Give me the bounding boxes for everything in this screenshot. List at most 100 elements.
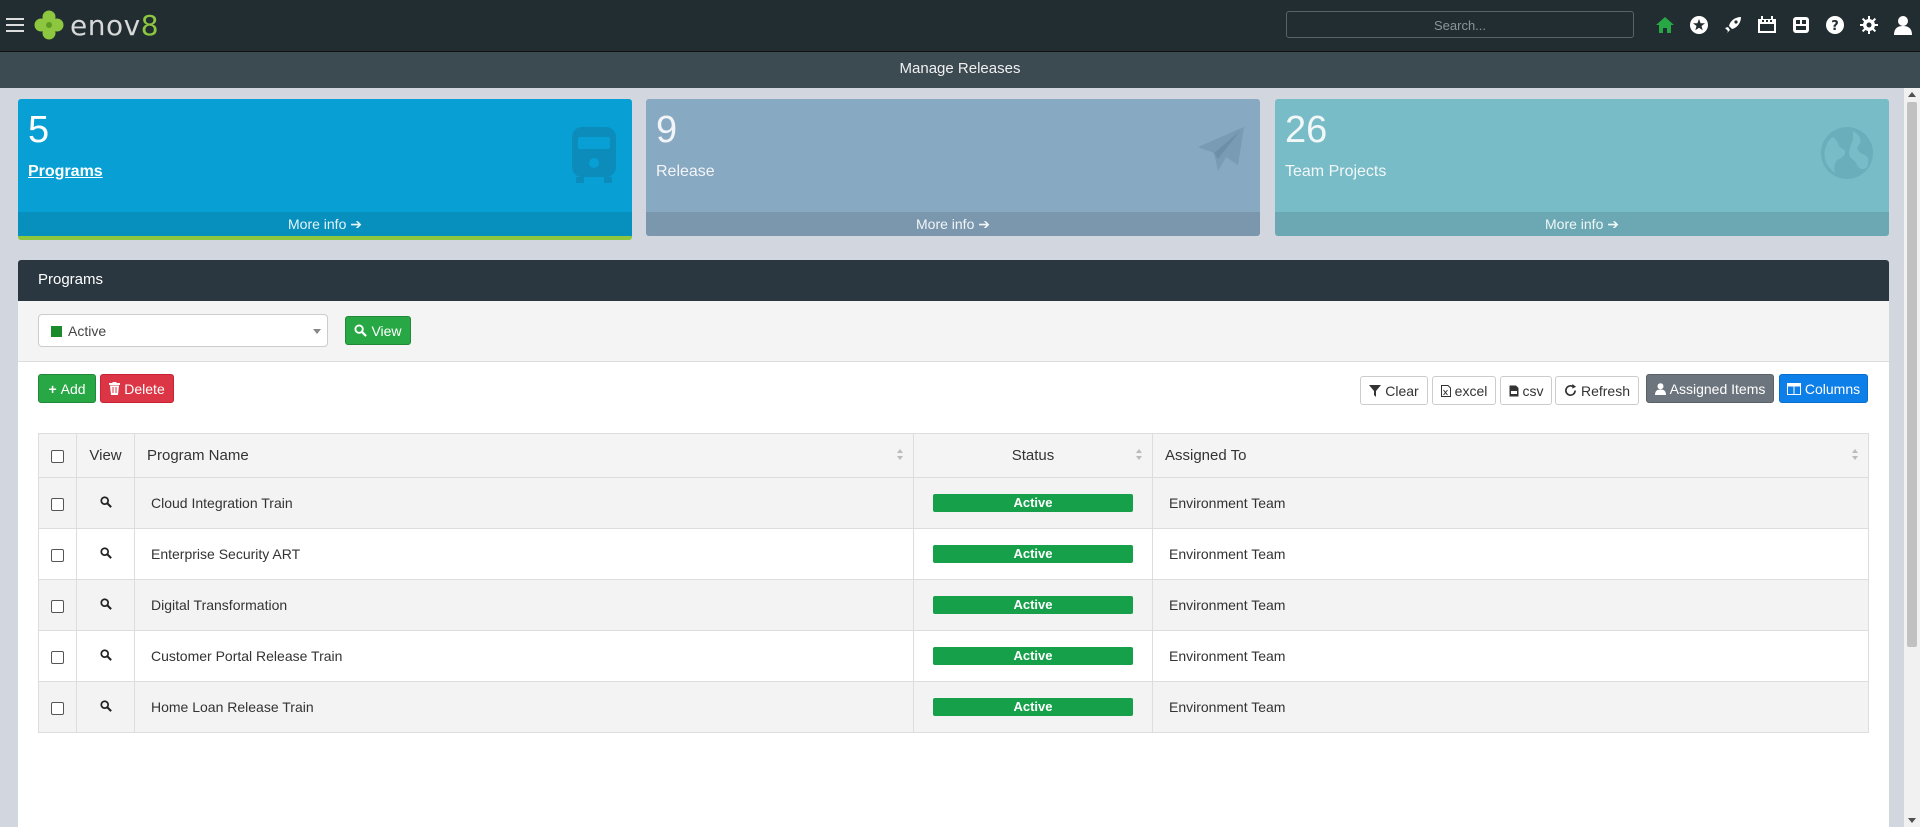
select-all-checkbox[interactable] [51, 449, 64, 463]
row-checkbox-cell [38, 681, 77, 733]
row-checkbox[interactable] [51, 497, 64, 511]
logo-text: enov8 [70, 8, 160, 42]
search-icon [99, 649, 112, 661]
column-header-view: View [76, 433, 135, 478]
status-color-swatch [51, 326, 62, 337]
svg-text:?: ? [1831, 19, 1839, 34]
refresh-button[interactable]: Refresh [1555, 376, 1639, 405]
search-icon [99, 700, 112, 712]
status-badge: Active [933, 596, 1133, 614]
search-input[interactable]: Search... [1286, 11, 1634, 38]
status-cell: Active [913, 579, 1153, 631]
search-icon [99, 496, 112, 508]
status-badge: Active [933, 545, 1133, 563]
trash-icon [109, 382, 121, 395]
info-box-release[interactable]: 9 Release More info ➔ [646, 99, 1260, 236]
page-scrollbar[interactable] [1904, 88, 1920, 827]
programs-table: View Program Name Status Assigned To Clo… [38, 433, 1869, 733]
sort-icon[interactable] [1136, 449, 1142, 461]
more-info-link[interactable]: More info ➔ [646, 212, 1260, 236]
globe-icon [1819, 125, 1875, 184]
program-name-cell: Customer Portal Release Train [134, 630, 914, 682]
assigned-to-cell: Environment Team [1152, 681, 1869, 733]
user-icon[interactable] [1886, 11, 1920, 39]
star-icon[interactable] [1682, 11, 1716, 39]
table-row[interactable]: Home Loan Release Train Active Environme… [38, 681, 1869, 733]
arrow-circle-right-icon: ➔ [350, 216, 362, 232]
arrow-circle-right-icon: ➔ [1607, 216, 1619, 232]
info-box-team-projects[interactable]: 26 Team Projects More info ➔ [1275, 99, 1889, 236]
view-row-button[interactable] [76, 630, 135, 682]
view-row-button[interactable] [76, 528, 135, 580]
search-icon [99, 598, 112, 610]
dashboard-icon[interactable] [1784, 11, 1818, 39]
row-checkbox-cell [38, 528, 77, 580]
delete-button[interactable]: Delete [100, 374, 174, 403]
status-badge: Active [933, 494, 1133, 512]
program-name-cell: Cloud Integration Train [134, 477, 914, 529]
assigned-items-button[interactable]: Assigned Items [1646, 374, 1774, 403]
more-info-link[interactable]: More info ➔ [18, 212, 632, 236]
info-box-label: Team Projects [1285, 163, 1387, 180]
scroll-up-arrow-icon[interactable] [1908, 92, 1916, 97]
hamburger-menu-icon[interactable] [6, 14, 24, 34]
settings-icon[interactable] [1852, 11, 1886, 39]
assigned-to-cell: Environment Team [1152, 477, 1869, 529]
table-row[interactable]: Cloud Integration Train Active Environme… [38, 477, 1869, 529]
help-icon[interactable]: ? [1818, 11, 1852, 39]
info-box-count: 9 [656, 109, 678, 151]
scroll-down-arrow-icon[interactable] [1908, 818, 1916, 823]
assigned-to-cell: Environment Team [1152, 579, 1869, 631]
status-cell: Active [913, 630, 1153, 682]
search-icon [99, 547, 112, 559]
row-checkbox[interactable] [51, 650, 64, 664]
home-icon[interactable] [1648, 11, 1682, 39]
row-checkbox[interactable] [51, 599, 64, 613]
column-header-assigned-to[interactable]: Assigned To [1152, 433, 1869, 478]
table-row[interactable]: Digital Transformation Active Environmen… [38, 579, 1869, 631]
clear-filter-button[interactable]: Clear [1360, 376, 1428, 405]
view-button[interactable]: View [345, 316, 411, 345]
programs-panel: Programs Active View + Add Delete Clear e… [18, 260, 1889, 827]
filter-icon [1369, 384, 1382, 397]
rocket-icon[interactable] [1716, 11, 1750, 39]
table-row[interactable]: Enterprise Security ART Active Environme… [38, 528, 1869, 580]
calendar-icon[interactable] [1750, 11, 1784, 39]
top-icon-bar: ? [1648, 11, 1920, 39]
row-checkbox-cell [38, 630, 77, 682]
columns-icon [1786, 382, 1801, 395]
view-row-button[interactable] [76, 579, 135, 631]
view-row-button[interactable] [76, 681, 135, 733]
add-button[interactable]: + Add [38, 374, 96, 403]
status-filter-value: Active [68, 323, 107, 339]
more-info-link[interactable]: More info ➔ [1275, 212, 1889, 236]
status-cell: Active [913, 528, 1153, 580]
column-header-program-name[interactable]: Program Name [134, 433, 914, 478]
info-box-label: Release [656, 163, 715, 180]
sort-icon[interactable] [1852, 449, 1858, 461]
table-row[interactable]: Customer Portal Release Train Active Env… [38, 630, 1869, 682]
program-name-cell: Home Loan Release Train [134, 681, 914, 733]
status-badge: Active [933, 698, 1133, 716]
scrollbar-thumb[interactable] [1907, 102, 1917, 647]
train-icon [570, 125, 618, 188]
columns-button[interactable]: Columns [1779, 374, 1868, 403]
row-checkbox[interactable] [51, 701, 64, 715]
top-navbar: enov8 Search... ? [0, 0, 1920, 52]
program-name-cell: Digital Transformation [134, 579, 914, 631]
info-box-programs[interactable]: 5 Programs More info ➔ [18, 99, 632, 240]
info-box-label[interactable]: Programs [28, 163, 103, 181]
row-checkbox-cell [38, 477, 77, 529]
export-excel-button[interactable]: excel [1432, 376, 1496, 405]
column-header-status[interactable]: Status [913, 433, 1153, 478]
status-filter-select[interactable]: Active [38, 314, 328, 347]
view-row-button[interactable] [76, 477, 135, 529]
sort-icon[interactable] [897, 449, 903, 461]
status-cell: Active [913, 477, 1153, 529]
export-csv-button[interactable]: csv [1500, 376, 1552, 405]
user-icon [1654, 382, 1666, 395]
row-checkbox[interactable] [51, 548, 64, 562]
search-icon [354, 324, 368, 337]
row-checkbox-cell [38, 579, 77, 631]
app-logo[interactable]: enov8 [32, 6, 159, 44]
